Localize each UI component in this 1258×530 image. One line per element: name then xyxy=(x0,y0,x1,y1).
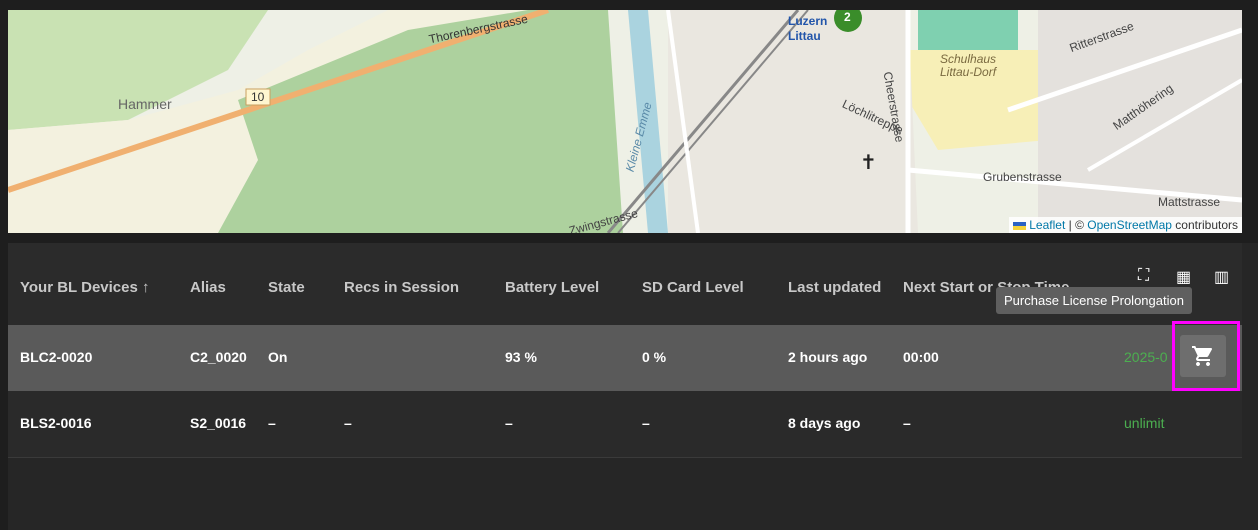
devices-table: Your BL Devices ↑ Alias State Recs in Se… xyxy=(8,243,1242,530)
columns-icon[interactable]: ▥ xyxy=(1214,267,1229,287)
header-device[interactable]: Your BL Devices ↑ xyxy=(20,279,150,296)
cell-license: unlimit xyxy=(1124,415,1165,431)
fullscreen-icon[interactable]: ⛶ xyxy=(1138,267,1149,285)
cell-next: – xyxy=(903,415,911,431)
cell-alias: S2_0016 xyxy=(190,415,247,431)
header-sd[interactable]: SD Card Level xyxy=(642,279,744,296)
map-label-schulhaus: Schulhaus xyxy=(940,52,997,66)
openstreetmap-link[interactable]: OpenStreetMap xyxy=(1087,218,1172,232)
header-recs[interactable]: Recs in Session xyxy=(344,279,459,296)
cell-next: 00:00 xyxy=(903,349,939,365)
header-updated[interactable]: Last updated xyxy=(788,279,881,296)
attribution-separator: | © xyxy=(1065,218,1088,232)
header-alias[interactable]: Alias xyxy=(190,279,226,296)
table-row[interactable]: BLC2-0020 C2_0020 On 93 % 0 % 2 hours ag… xyxy=(8,325,1242,391)
map-label-luzern: Luzern xyxy=(788,14,828,28)
cell-updated: 2 hours ago xyxy=(788,349,868,365)
map-top-border xyxy=(0,0,1258,10)
map-label-hammer: Hammer xyxy=(118,96,172,112)
cell-sd: – xyxy=(642,415,650,431)
header-battery[interactable]: Battery Level xyxy=(505,279,599,296)
cell-license: 2025-0 xyxy=(1124,349,1168,365)
cell-state: – xyxy=(268,415,276,431)
map-label-mattstrasse: Mattstrasse xyxy=(1158,195,1221,209)
purchase-tooltip: Purchase License Prolongation xyxy=(996,287,1192,314)
left-frame xyxy=(0,0,8,530)
cell-device: BLS2-0016 xyxy=(20,415,92,431)
cell-updated: 8 days ago xyxy=(788,415,861,431)
table-row[interactable]: BLS2-0016 S2_0016 – – – – 8 days ago – u… xyxy=(8,391,1242,458)
cell-battery: – xyxy=(505,415,513,431)
attribution-contributors: contributors xyxy=(1171,218,1238,232)
header-state[interactable]: State xyxy=(268,279,305,296)
map-attribution: Leaflet | © OpenStreetMap contributors xyxy=(1009,217,1242,233)
cell-device: BLC2-0020 xyxy=(20,349,93,365)
density-icon[interactable]: ▦ xyxy=(1176,267,1191,287)
map-view[interactable]: Hammer 10 Thorenbergstrasse Luzern Litta… xyxy=(8,10,1242,233)
map-bottom-border xyxy=(0,233,1258,243)
cell-recs: – xyxy=(344,415,352,431)
purchase-license-button[interactable] xyxy=(1180,335,1226,377)
cell-battery: 93 % xyxy=(505,349,537,365)
cell-state: On xyxy=(268,349,288,365)
map-cluster-count[interactable]: 2 xyxy=(844,10,851,24)
map-label-grubenstrasse: Grubenstrasse xyxy=(983,170,1062,184)
ukraine-flag-icon xyxy=(1013,221,1027,230)
cell-sd: 0 % xyxy=(642,349,667,365)
map-tiles xyxy=(8,10,1242,233)
cart-icon xyxy=(1192,346,1213,366)
map-label-littau: Littau xyxy=(788,29,821,43)
map-label-route: 10 xyxy=(251,90,265,104)
cell-alias: C2_0020 xyxy=(190,349,247,365)
leaflet-link[interactable]: Leaflet xyxy=(1029,218,1065,232)
church-icon: ✝ xyxy=(860,152,877,174)
map-right-border xyxy=(1242,0,1258,240)
map-label-littau-dorf: Littau-Dorf xyxy=(940,65,997,79)
